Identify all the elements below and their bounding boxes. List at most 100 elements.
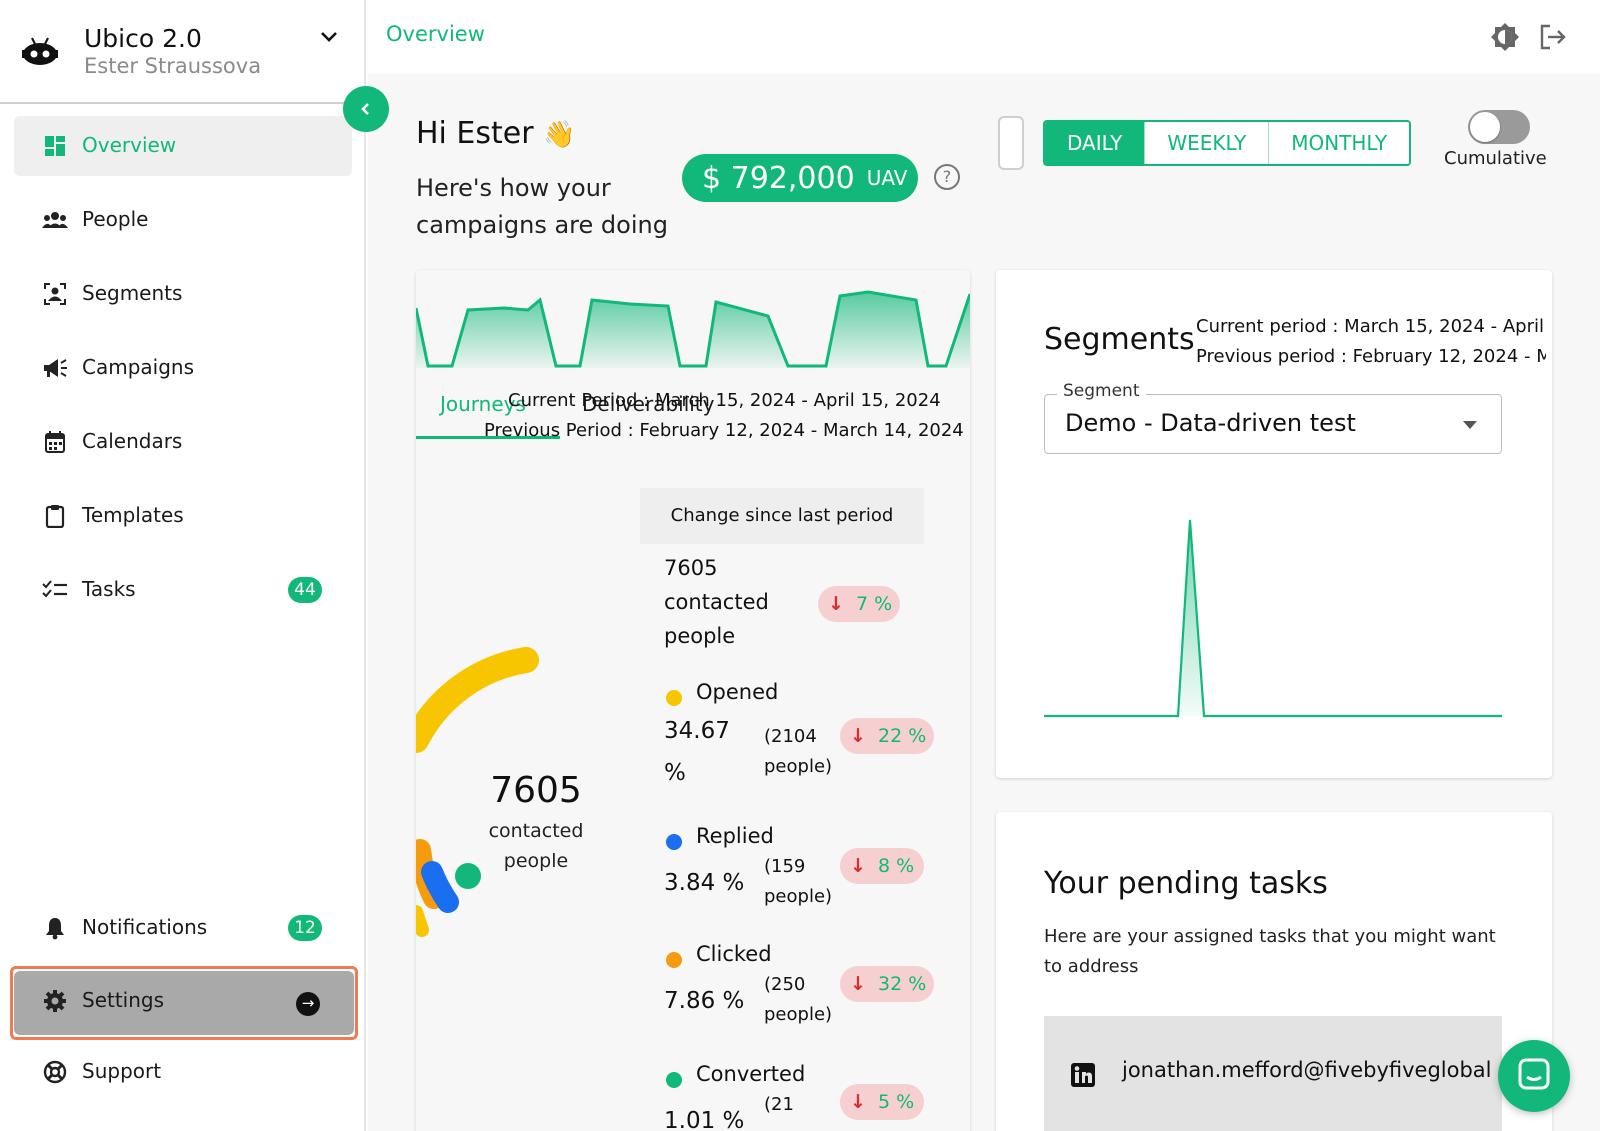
arrow-down-icon: ↓ — [828, 593, 844, 615]
collapse-sidebar-button[interactable] — [343, 86, 389, 132]
donut-value: 7605 — [490, 770, 582, 811]
tasks-description: Here are your assigned tasks that you mi… — [1044, 926, 1496, 977]
metric-name: Clicked — [696, 942, 772, 966]
segment-select-value: Demo - Data-driven test — [1065, 409, 1356, 437]
sparkline-chart — [416, 290, 970, 368]
sidebar-item-label: Templates — [82, 503, 184, 527]
dashboard-icon — [45, 136, 65, 156]
arrow-down-icon: ↓ — [850, 1091, 866, 1113]
metric-pct: 1.01 % — [664, 1108, 745, 1131]
change-header: Change since last period — [640, 488, 924, 544]
sidebar-item-tasks[interactable]: Tasks 44 — [14, 560, 352, 620]
change-badge: ↓ 8 % — [840, 848, 924, 884]
breadcrumb[interactable]: Overview — [386, 22, 485, 46]
sidebar-item-label: Campaigns — [82, 355, 195, 379]
donut-label-line2: people — [503, 850, 569, 872]
user-name: Ester Straussova — [84, 54, 262, 78]
logout-icon[interactable] — [1538, 22, 1568, 52]
lifebuoy-icon — [43, 1060, 67, 1084]
metric-people: (2104 — [764, 726, 817, 747]
legend-dot-green — [666, 1072, 682, 1088]
chat-launcher-button[interactable] — [1498, 1040, 1570, 1112]
metric-pct: 34.67 — [664, 718, 730, 744]
sidebar-item-label: Segments — [82, 281, 183, 305]
period-daily-button[interactable]: DAILY — [1045, 122, 1145, 164]
contacted-value: 7605 — [664, 556, 718, 580]
cumulative-toggle[interactable] — [1468, 110, 1530, 144]
calendar-icon — [45, 431, 65, 453]
greeting-subtitle: Here's how your campaigns are doing — [416, 174, 668, 239]
linkedin-icon — [1071, 1063, 1095, 1087]
sidebar-item-label: Settings — [82, 988, 165, 1012]
segments-card: Segments Current period : March 15, 2024… — [996, 270, 1552, 778]
metric-replied: Replied 3.84 % (159 people) ↓ 8 % — [664, 824, 964, 924]
metric-people2: people) — [764, 756, 833, 777]
metric-name: Converted — [696, 1062, 806, 1086]
segment-select[interactable]: Segment Demo - Data-driven test — [1044, 381, 1502, 454]
theme-toggle-icon[interactable] — [1490, 22, 1520, 52]
uav-amount: $ 792,000 — [702, 160, 855, 196]
arrow-down-icon: ↓ — [850, 725, 866, 747]
arrow-right-icon[interactable]: → — [296, 992, 320, 1016]
greeting: Hi Ester 👋 — [416, 116, 576, 151]
workspace-switcher[interactable]: Ubico 2.0 Ester Straussova — [0, 0, 366, 104]
pending-tasks-card: Your pending tasks Here are your assigne… — [996, 812, 1552, 1131]
metric-pct: 3.84 % — [664, 870, 745, 896]
sidebar-item-campaigns[interactable]: Campaigns — [14, 338, 352, 398]
greeting-text: Hi Ester — [416, 116, 534, 151]
tasks-icon — [42, 580, 67, 598]
change-badge: ↓ 7 % — [818, 586, 900, 622]
top-bar: Overview — [368, 0, 1600, 74]
chevron-down-icon[interactable] — [318, 28, 340, 46]
legend-dot-yellow — [666, 690, 682, 706]
sidebar-item-label: Overview — [82, 133, 177, 157]
metric-clicked: Clicked 7.86 % (250 people) ↓ 32 % — [664, 942, 964, 1042]
cumulative-label: Cumulative — [1444, 148, 1547, 169]
task-item[interactable]: jonathan.mefford@fivebyfiveglobal — [1044, 1016, 1502, 1131]
robot-logo-icon — [22, 37, 58, 65]
segments-previous-period: Previous period : February 12, 2024 - Ma — [1196, 346, 1546, 367]
help-icon[interactable]: ? — [934, 164, 960, 190]
sidebar: Ubico 2.0 Ester Straussova Overview Peop… — [0, 0, 366, 1131]
sidebar-item-settings[interactable]: Settings → — [14, 971, 354, 1035]
period-monthly-button[interactable]: MONTHLY — [1268, 122, 1410, 164]
sidebar-item-support[interactable]: Support — [14, 1042, 352, 1102]
workspace-title: Ubico 2.0 — [84, 24, 202, 53]
metric-people: (250 — [764, 974, 806, 995]
task-email: jonathan.mefford@fivebyfiveglobal — [1122, 1058, 1492, 1082]
change-badge: ↓ 5 % — [840, 1084, 924, 1120]
metric-converted: Converted 1.01 % (21 ↓ 5 % — [664, 1062, 964, 1131]
current-period: Current Period : March 15, 2024 - April … — [508, 390, 941, 411]
caret-down-icon — [1463, 421, 1477, 429]
sidebar-item-templates[interactable]: Templates — [14, 486, 352, 546]
contacted-label1: contacted — [664, 590, 769, 614]
sidebar-item-notifications[interactable]: Notifications 12 — [14, 898, 352, 958]
metric-pct: 7.86 % — [664, 988, 745, 1014]
uav-unit: UAV — [866, 166, 908, 190]
segment-trend-chart — [1044, 519, 1502, 718]
uav-pill: $ 792,000 UAV — [682, 154, 918, 202]
metric-pct-suffix: % — [664, 760, 686, 786]
notifications-count-badge: 12 — [288, 915, 322, 941]
period-weekly-button[interactable]: WEEKLY — [1144, 122, 1269, 164]
segments-title: Segments — [1044, 322, 1195, 357]
metric-people: (21 — [764, 1094, 794, 1115]
sidebar-item-label: Calendars — [82, 429, 183, 453]
segment-select-label: Segment — [1057, 381, 1146, 401]
campaign-stats-card: Journeys Deliverability Current Period :… — [416, 270, 970, 1131]
metric-people: (159 — [764, 856, 806, 877]
metric-name: Replied — [696, 824, 774, 848]
arrow-down-icon: ↓ — [850, 855, 866, 877]
previous-period: Previous Period : February 12, 2024 - Ma… — [484, 420, 964, 441]
donut-label-line1: contacted — [488, 820, 584, 842]
metric-name: Opened — [696, 680, 779, 704]
date-filter-placeholder[interactable] — [998, 116, 1024, 170]
sidebar-item-segments[interactable]: Segments — [14, 264, 352, 324]
sidebar-item-calendars[interactable]: Calendars — [14, 412, 352, 472]
arrow-down-icon: ↓ — [850, 973, 866, 995]
change-badge: ↓ 32 % — [840, 966, 934, 1002]
sidebar-item-label: Notifications — [82, 915, 208, 939]
sidebar-item-people[interactable]: People — [14, 190, 352, 250]
chat-icon — [1518, 1058, 1550, 1090]
sidebar-item-overview[interactable]: Overview — [14, 116, 352, 176]
